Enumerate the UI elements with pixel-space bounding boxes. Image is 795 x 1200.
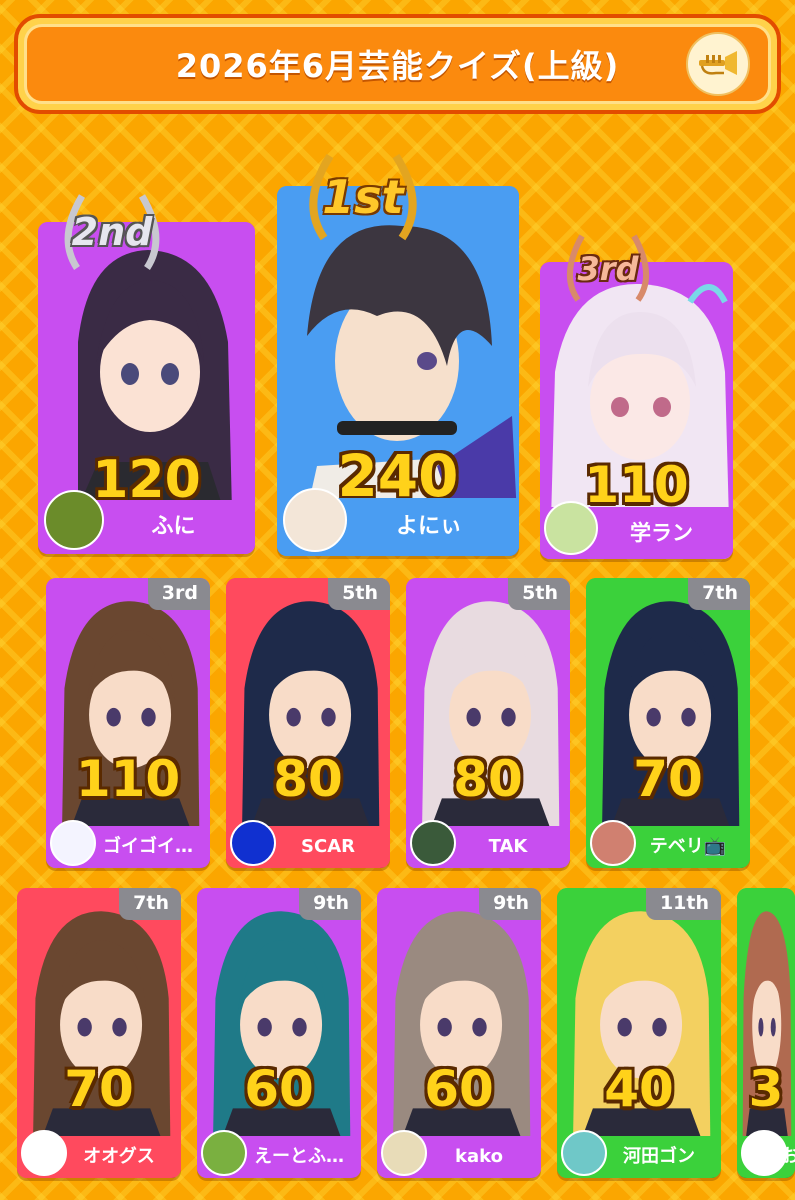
- rank-medal-2nd: 2nd: [52, 188, 172, 280]
- rank-tag: 5th: [328, 578, 390, 610]
- header-banner: 2026年6月芸能クイズ(上級): [14, 14, 781, 114]
- player-avatar[interactable]: [230, 820, 276, 866]
- rank-medal-3rd: 3rd: [556, 230, 660, 310]
- ranking-card[interactable]: 70 オオグス 7th: [17, 888, 181, 1178]
- score: 3: [748, 1060, 784, 1118]
- rank-label: 2nd: [71, 210, 153, 254]
- rank-label: 3rd: [577, 250, 639, 288]
- rank-tag: 9th: [479, 888, 541, 920]
- rank-tag: 3rd: [147, 578, 210, 610]
- player-avatar[interactable]: [561, 1130, 607, 1176]
- ranking-card[interactable]: 80 TAK 5th: [406, 578, 570, 868]
- ranking-card[interactable]: 110 ゴイゴイ… 3rd: [46, 578, 210, 868]
- rank-tag: 7th: [119, 888, 181, 920]
- player-avatar[interactable]: [590, 820, 636, 866]
- ranking-card[interactable]: 60 えーとふ… 9th: [197, 888, 361, 1178]
- player-avatar[interactable]: [44, 490, 104, 550]
- player-avatar[interactable]: [21, 1130, 67, 1176]
- score: 80: [453, 750, 523, 808]
- score: 80: [273, 750, 343, 808]
- rank-tag: 5th: [508, 578, 570, 610]
- ranking-card[interactable]: 80 SCAR 5th: [226, 578, 390, 868]
- rank-tag: 9th: [299, 888, 361, 920]
- score: 60: [244, 1060, 314, 1118]
- score: 40: [604, 1060, 674, 1118]
- player-avatar[interactable]: [410, 820, 456, 866]
- score: 60: [424, 1060, 494, 1118]
- score: 110: [75, 750, 181, 808]
- score: 70: [633, 750, 703, 808]
- rank-tag: 7th: [688, 578, 750, 610]
- page-title: 2026年6月芸能クイズ(上級): [175, 47, 620, 85]
- rank-label: 1st: [322, 170, 404, 224]
- score: 70: [64, 1060, 134, 1118]
- player-avatar[interactable]: [50, 820, 96, 866]
- ranking-card[interactable]: 70 テベリ📺 7th: [586, 578, 750, 868]
- rank-medal-1st: 1st: [296, 148, 430, 252]
- player-avatar[interactable]: [283, 488, 347, 552]
- rank-tag: 11th: [645, 888, 721, 920]
- player-avatar[interactable]: [201, 1130, 247, 1176]
- player-avatar[interactable]: [544, 501, 598, 555]
- trumpet-icon[interactable]: [686, 32, 750, 96]
- ranking-card[interactable]: 40 河田ゴン 11th: [557, 888, 721, 1178]
- header-inner: 2026年6月芸能クイズ(上級): [24, 24, 771, 104]
- player-avatar[interactable]: [381, 1130, 427, 1176]
- ranking-card[interactable]: 60 kako 9th: [377, 888, 541, 1178]
- player-avatar[interactable]: [741, 1130, 787, 1176]
- ranking-card[interactable]: 3お: [737, 888, 795, 1178]
